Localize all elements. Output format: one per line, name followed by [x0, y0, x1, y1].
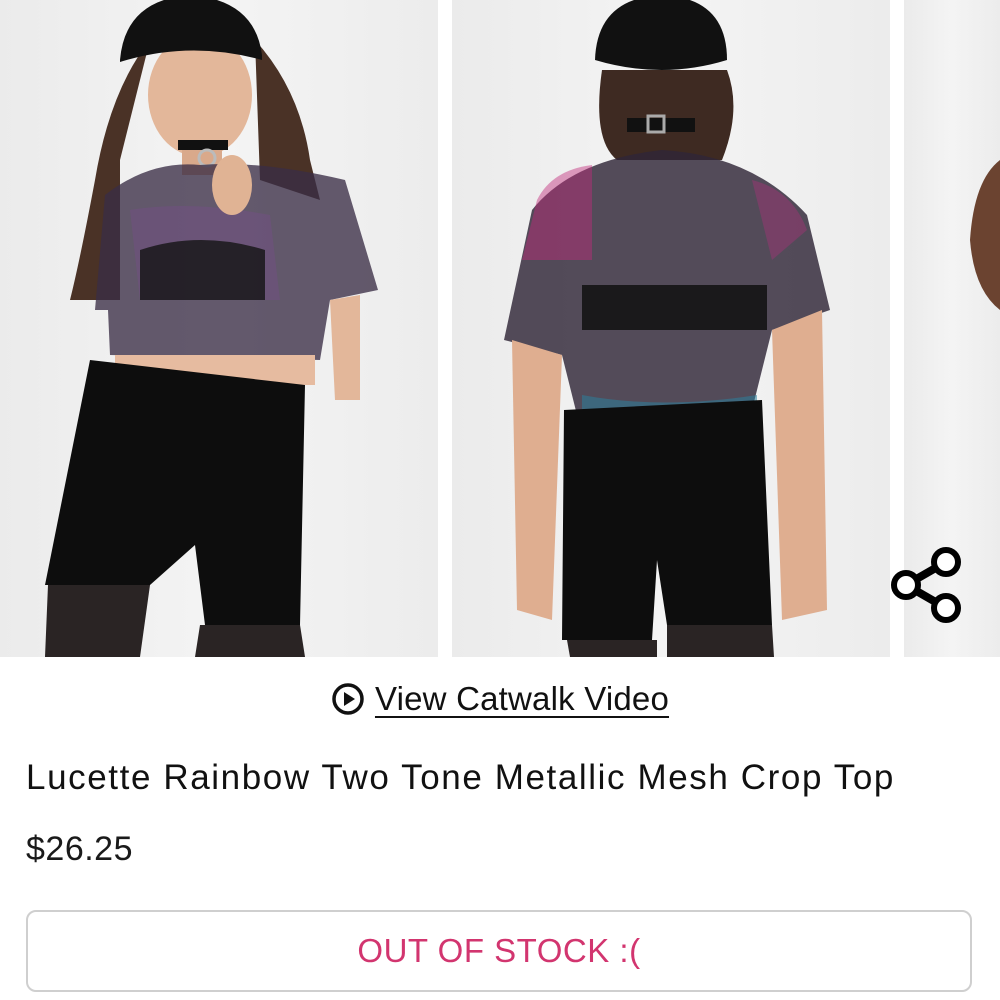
- model-back-illustration: [504, 0, 830, 657]
- product-price: $26.25: [26, 830, 133, 868]
- view-catwalk-video-link[interactable]: View Catwalk Video: [375, 680, 669, 718]
- model-front-illustration: [45, 0, 378, 657]
- product-photo-front[interactable]: [0, 0, 438, 657]
- out-of-stock-button[interactable]: OUT OF STOCK :(: [26, 910, 972, 992]
- product-photo-back[interactable]: [452, 0, 890, 657]
- product-image-gallery[interactable]: [0, 0, 1000, 657]
- play-circle-icon[interactable]: [331, 682, 365, 716]
- product-title: Lucette Rainbow Two Tone Metallic Mesh C…: [26, 758, 895, 797]
- share-icon[interactable]: [884, 542, 970, 628]
- catwalk-video-row[interactable]: View Catwalk Video: [0, 676, 1000, 722]
